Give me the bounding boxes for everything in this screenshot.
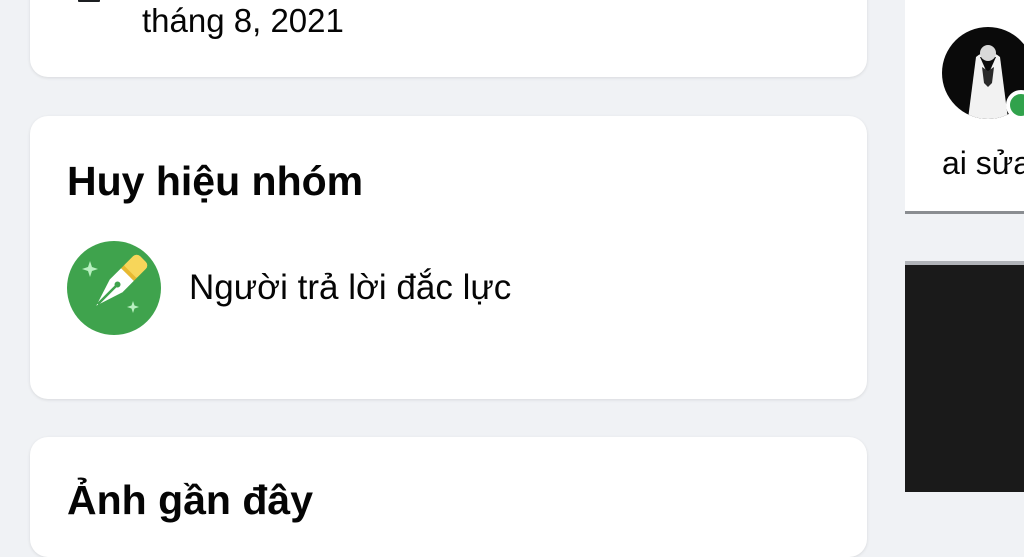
badge-label: Người trả lời đắc lực [189,268,512,307]
join-date-card: tháng 8, 2021 [30,0,867,77]
section-title: Huy hiệu nhóm [67,158,364,204]
spacer [905,214,1024,262]
recent-photos-card: Ảnh gần đây [30,437,867,557]
calendar-icon [78,0,100,2]
badge-item[interactable]: Người trả lời đắc lực [67,241,511,335]
section-title: Ảnh gần đây [67,477,314,523]
media-preview[interactable] [905,265,1024,492]
join-date-text: tháng 8, 2021 [142,2,344,39]
group-badges-card: Huy hiệu nhóm Người trả lời đắc lực [30,116,867,399]
member-name[interactable]: ai sửa [942,145,1024,182]
fountain-pen-icon [67,241,161,335]
